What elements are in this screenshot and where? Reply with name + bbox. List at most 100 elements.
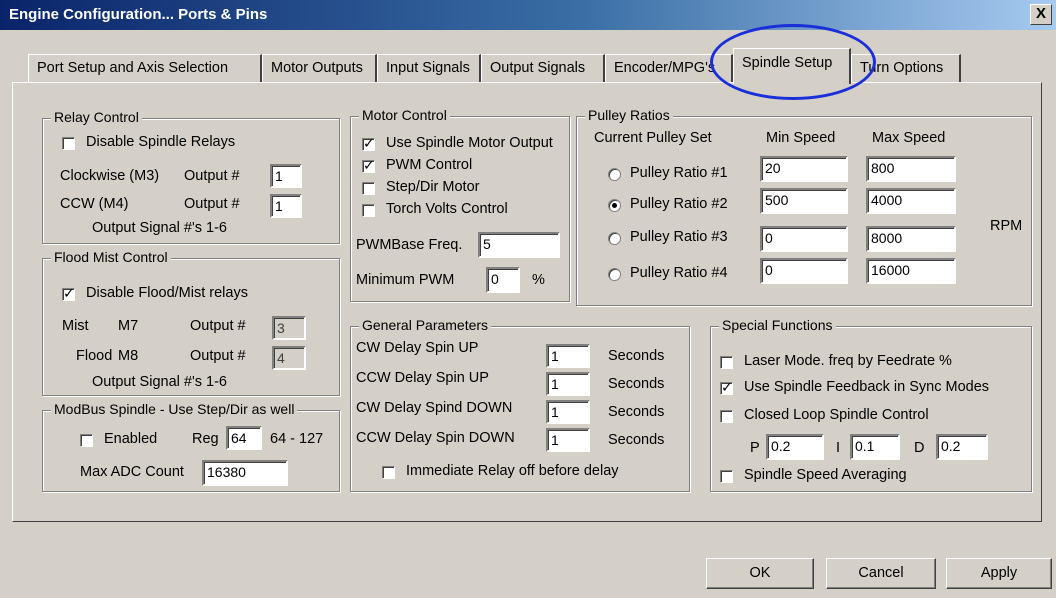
cw-delay-spin-up-input[interactable]: 1: [546, 344, 590, 368]
tab-input-signals[interactable]: Input Signals: [377, 54, 481, 82]
use-spindle-motor-label: Use Spindle Motor Output: [386, 135, 553, 151]
disable-spindle-relays-checkbox[interactable]: [62, 137, 75, 150]
pwm-control-checkbox[interactable]: [362, 157, 375, 174]
disable-flood-mist-label: Disable Flood/Mist relays: [86, 285, 248, 301]
ok-button[interactable]: OK: [706, 558, 814, 589]
modbus-enabled-checkbox[interactable]: [80, 434, 93, 447]
current-pulley-set-label: Current Pulley Set: [594, 130, 712, 146]
apply-button[interactable]: Apply: [946, 558, 1052, 589]
tab-output-signals[interactable]: Output Signals: [481, 54, 605, 82]
spindle-feedback-checkbox[interactable]: [720, 379, 733, 396]
closed-loop-label: Closed Loop Spindle Control: [744, 407, 929, 423]
pwm-control-label: PWM Control: [386, 157, 473, 173]
step-dir-motor-label: Step/Dir Motor: [386, 179, 480, 195]
tab-encoder-mpg[interactable]: Encoder/MPG's: [605, 54, 733, 82]
flood-mist-legend: Flood Mist Control: [51, 249, 171, 265]
ccw-delay-spin-down-label: CCW Delay Spin DOWN: [356, 430, 515, 446]
pid-i-label: I: [836, 440, 841, 456]
modbus-reg-label: Reg: [192, 431, 219, 447]
pwm-base-freq-input[interactable]: 5: [478, 232, 560, 258]
ccw-output-label: Output #: [184, 196, 240, 212]
spindle-feedback-label: Use Spindle Feedback in Sync Modes: [744, 379, 990, 395]
mist-output-input[interactable]: 3: [272, 316, 306, 340]
ccw-delay-spin-up-input[interactable]: 1: [546, 372, 590, 396]
immediate-relay-label: Immediate Relay off before delay: [406, 463, 619, 479]
cw-delay-spin-up-unit: Seconds: [608, 348, 665, 364]
pulley-ratio-1-label: Pulley Ratio #1: [630, 165, 728, 181]
torch-volts-checkbox[interactable]: [362, 204, 375, 217]
pid-i-input[interactable]: 0.1: [850, 434, 900, 460]
step-dir-motor-checkbox[interactable]: [362, 182, 375, 195]
ccw-delay-spin-down-unit: Seconds: [608, 432, 665, 448]
pulley-ratio-1-min-input[interactable]: 20: [760, 156, 848, 182]
laser-mode-checkbox[interactable]: [720, 356, 733, 369]
modbus-enabled-label: Enabled: [104, 431, 158, 447]
window-title: Engine Configuration... Ports & Pins: [9, 6, 268, 23]
max-adc-input[interactable]: 16380: [202, 460, 288, 486]
pulley-ratio-1-max-input[interactable]: 800: [866, 156, 956, 182]
pulley-ratio-4-min-input[interactable]: 0: [760, 258, 848, 284]
pulley-ratio-3-min-input[interactable]: 0: [760, 226, 848, 252]
tab-turn-options[interactable]: Turn Options: [851, 54, 961, 82]
cancel-button[interactable]: Cancel: [826, 558, 936, 589]
tab-spindle-setup[interactable]: Spindle Setup: [733, 48, 851, 84]
cw-delay-spin-down-label: CW Delay Spind DOWN: [356, 400, 513, 416]
cw-output-input[interactable]: 1: [270, 164, 302, 188]
engine-config-window: Engine Configuration... Ports & Pins X P…: [0, 0, 1056, 598]
pulley-ratio-2-label: Pulley Ratio #2: [630, 196, 728, 212]
immediate-relay-checkbox[interactable]: [382, 466, 395, 479]
disable-flood-mist-checkbox[interactable]: [62, 285, 75, 302]
pulley-ratio-2-max-input[interactable]: 4000: [866, 188, 956, 214]
pulley-ratio-1-radio[interactable]: [608, 168, 621, 181]
pulley-ratio-2-radio[interactable]: [608, 199, 621, 212]
flood-output-note: Output Signal #'s 1-6: [92, 374, 227, 390]
title-bar[interactable]: Engine Configuration... Ports & Pins X: [0, 0, 1056, 30]
tab-port-setup[interactable]: Port Setup and Axis Selection: [28, 54, 262, 82]
ccw-delay-spin-up-label: CCW Delay Spin UP: [356, 370, 489, 386]
flood-output-input[interactable]: 4: [272, 346, 306, 370]
mist-output-label: Output #: [190, 318, 246, 334]
rpm-label: RPM: [990, 218, 1023, 234]
cw-delay-spin-up-label: CW Delay Spin UP: [356, 340, 479, 356]
pid-d-label: D: [914, 440, 925, 456]
pulley-ratios-legend: Pulley Ratios: [585, 107, 673, 123]
pulley-ratio-4-max-input[interactable]: 16000: [866, 258, 956, 284]
max-adc-label: Max ADC Count: [80, 464, 184, 480]
minimum-pwm-input[interactable]: 0: [486, 267, 520, 293]
modbus-spindle-legend: ModBus Spindle - Use Step/Dir as well: [51, 401, 298, 417]
pwm-base-freq-label: PWMBase Freq.: [356, 237, 463, 253]
modbus-reg-input[interactable]: 64: [226, 426, 262, 450]
motor-control-legend: Motor Control: [359, 107, 450, 123]
pulley-ratio-3-radio[interactable]: [608, 232, 621, 245]
cw-delay-spin-down-unit: Seconds: [608, 404, 665, 420]
minimum-pwm-label: Minimum PWM: [356, 272, 455, 288]
mist-code: M7: [118, 318, 139, 334]
min-speed-header: Min Speed: [766, 130, 836, 146]
flood-code: M8: [118, 348, 139, 364]
cw-delay-spin-down-input[interactable]: 1: [546, 400, 590, 424]
pid-p-input[interactable]: 0.2: [766, 434, 824, 460]
disable-spindle-relays-label: Disable Spindle Relays: [86, 134, 236, 150]
mist-label: Mist: [62, 318, 89, 334]
pid-p-label: P: [750, 440, 760, 456]
relay-output-note: Output Signal #'s 1-6: [92, 220, 227, 236]
flood-output-label: Output #: [190, 348, 246, 364]
closed-loop-checkbox[interactable]: [720, 410, 733, 423]
pulley-ratio-2-min-input[interactable]: 500: [760, 188, 848, 214]
ccw-output-input[interactable]: 1: [270, 194, 302, 218]
pulley-ratio-4-radio[interactable]: [608, 268, 621, 281]
close-button[interactable]: X: [1030, 4, 1052, 25]
speed-averaging-checkbox[interactable]: [720, 470, 733, 483]
pulley-ratio-3-max-input[interactable]: 8000: [866, 226, 956, 252]
modbus-reg-range: 64 - 127: [270, 431, 324, 447]
ccw-delay-spin-down-input[interactable]: 1: [546, 428, 590, 452]
relay-control-legend: Relay Control: [51, 109, 142, 125]
ccw-delay-spin-up-unit: Seconds: [608, 376, 665, 392]
cw-output-label: Output #: [184, 168, 240, 184]
use-spindle-motor-checkbox[interactable]: [362, 135, 375, 152]
general-parameters-legend: General Parameters: [359, 317, 492, 333]
flood-label: Flood: [76, 348, 113, 364]
laser-mode-label: Laser Mode. freq by Feedrate %: [744, 353, 952, 369]
tab-motor-outputs[interactable]: Motor Outputs: [262, 54, 377, 82]
pid-d-input[interactable]: 0.2: [936, 434, 988, 460]
